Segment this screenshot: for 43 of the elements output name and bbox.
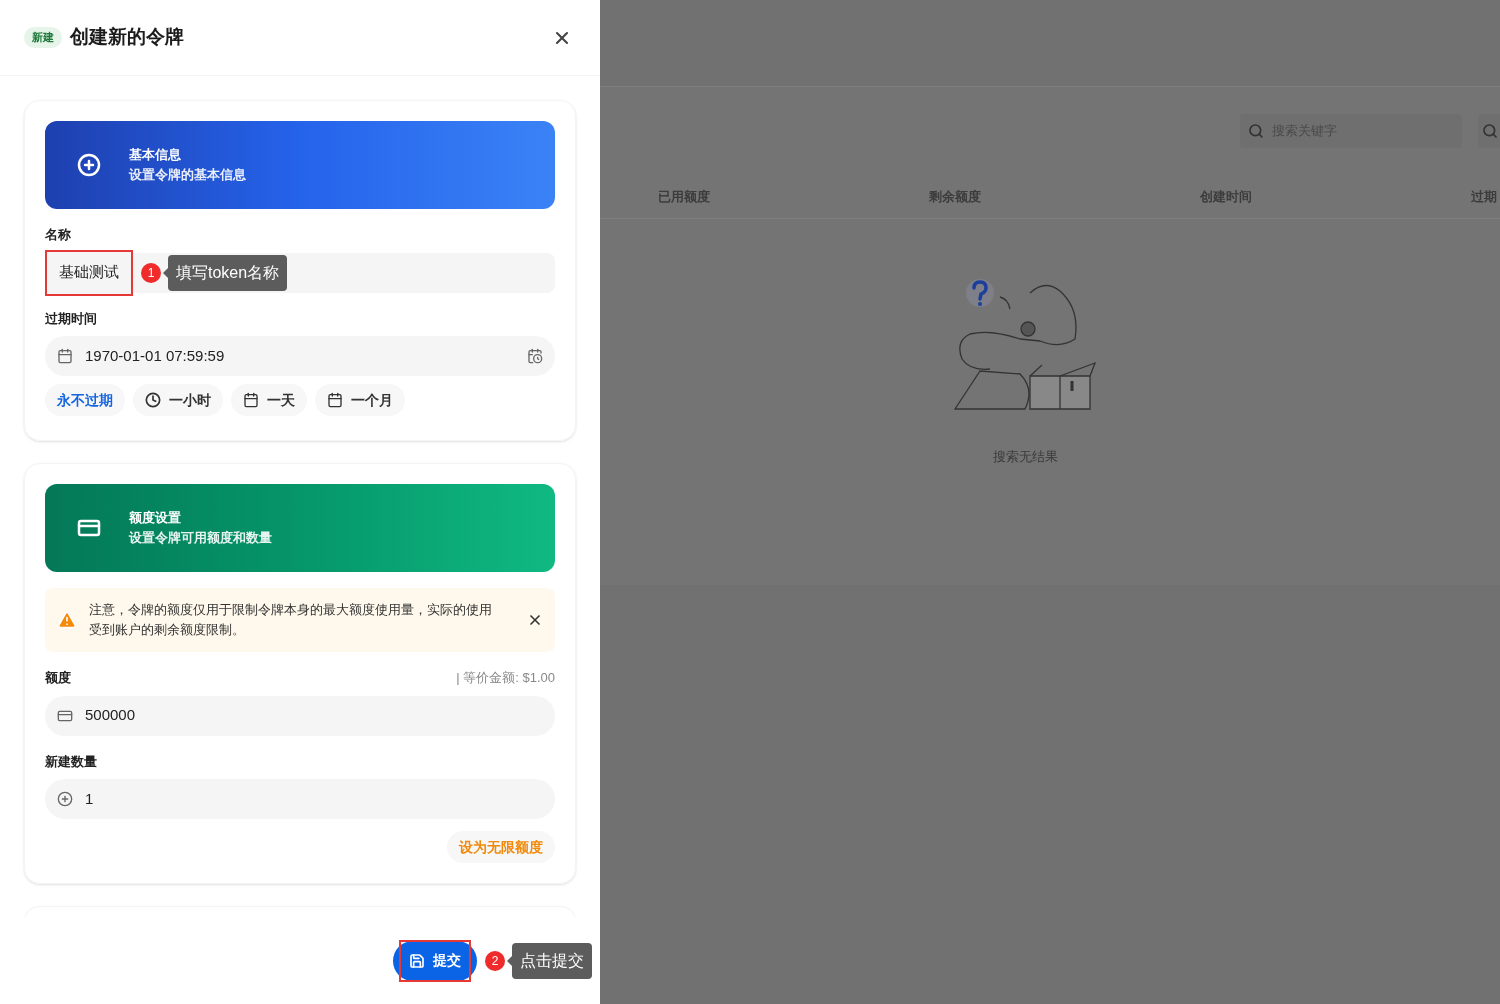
notice-text: 注意，令牌的额度仅用于限制令牌本身的最大额度使用量，实际的使用受到账户的剩余额度限制。 <box>89 601 493 639</box>
field-label: 额度 <box>45 669 71 687</box>
warning-icon <box>57 610 77 630</box>
field-label: 过期时间 <box>45 309 98 328</box>
count-field[interactable]: 1 <box>45 779 555 819</box>
new-tag: 新建 <box>24 27 62 48</box>
preset-button[interactable]: 一小时 <box>133 384 223 416</box>
section-title: 额度设置 <box>129 509 182 527</box>
search-icon <box>1482 123 1498 139</box>
annotation-tooltip: 点击提交 <box>512 942 592 979</box>
drawer-title: 创建新的令牌 <box>70 25 184 50</box>
annotation-tooltip: 填写token名称 <box>168 254 288 291</box>
column-header: 过期 <box>1471 187 1498 206</box>
step-badge: 1 <box>141 262 161 283</box>
add-icon <box>77 153 101 177</box>
close-button[interactable] <box>527 612 543 628</box>
calendar-clock-icon <box>527 348 543 364</box>
column-header: 剩余额度 <box>929 187 982 206</box>
submit-button[interactable]: 提交 <box>393 940 477 981</box>
calendar-icon <box>57 348 73 364</box>
add-icon <box>57 791 73 807</box>
close-icon <box>527 612 543 628</box>
field-label: 新建数量 <box>45 752 98 771</box>
section-subtitle: 设置令牌的基本信息 <box>129 166 246 184</box>
search-button[interactable] <box>1478 114 1500 148</box>
clock-icon <box>145 392 161 408</box>
section-subtitle: 设置令牌可用额度和数量 <box>129 529 272 547</box>
calendar-icon <box>327 392 343 408</box>
expiry-field[interactable]: 1970-01-01 07:59:59 <box>45 336 555 376</box>
preset-button[interactable]: 一天 <box>231 384 307 416</box>
equivalent-amount: | 等价金额: $1.00 <box>456 669 555 687</box>
name-field[interactable]: 基础测试 1 填写token名称 <box>45 252 555 293</box>
field-label: 名称 <box>45 226 72 244</box>
search-icon <box>1248 123 1264 139</box>
save-icon <box>409 952 425 969</box>
column-header: 已用额度 <box>658 187 711 206</box>
calendar-icon <box>243 392 259 408</box>
section-title: 基本信息 <box>129 146 182 164</box>
step-badge: 2 <box>485 950 505 971</box>
column-header: 创建时间 <box>1200 187 1253 206</box>
quota-field[interactable]: 500000 <box>45 695 555 736</box>
preset-button[interactable]: 永不过期 <box>45 384 125 416</box>
preset-button[interactable]: 一个月 <box>315 384 405 416</box>
